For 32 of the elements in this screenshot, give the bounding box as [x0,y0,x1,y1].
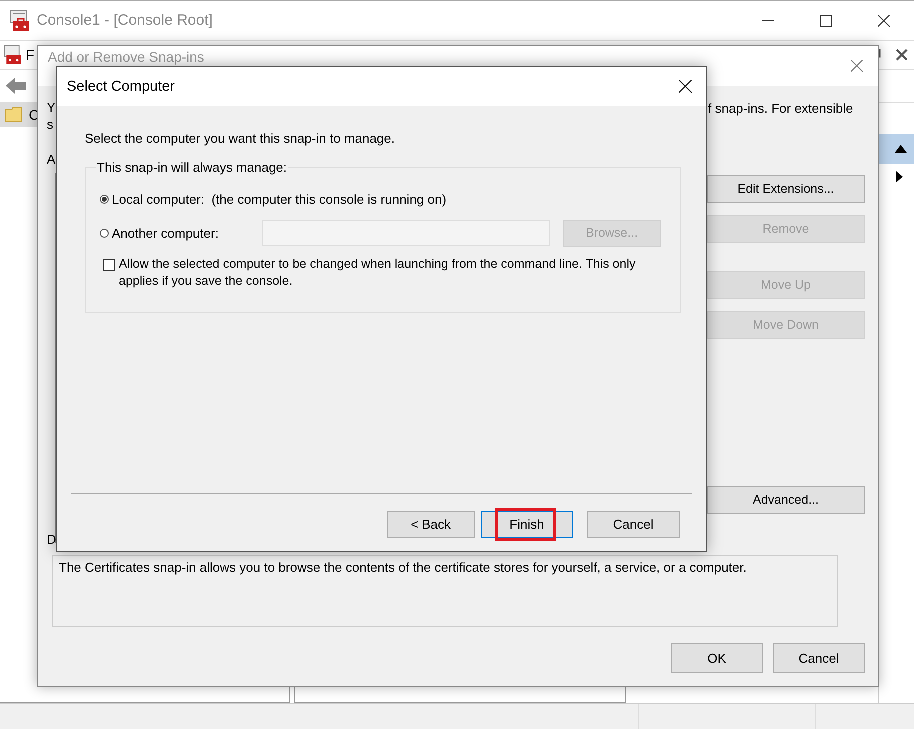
checkbox[interactable] [103,259,115,271]
group-label: This snap-in will always manage: [96,160,288,175]
back-arrow-icon[interactable] [5,77,27,95]
close-icon[interactable] [679,80,692,93]
menu-item[interactable]: F [26,47,35,63]
dialog-title: Add or Remove Snap-ins [48,49,204,65]
intro-text: s [47,117,54,132]
side-button[interactable]: Advanced... [707,486,865,514]
dialog-title: Select Computer [67,78,175,94]
close-icon[interactable] [878,14,890,26]
list-label: A [47,152,56,167]
wizard-button[interactable]: Cancel [587,511,680,538]
close-icon[interactable] [896,49,908,61]
folder-icon [5,107,23,123]
wizard-button[interactable]: Finish [481,511,573,538]
intro-text: f snap-ins. For extensible [708,101,854,116]
toolbox-icon [9,10,31,32]
maximize-icon[interactable] [820,14,832,26]
wizard-button[interactable]: < Back [387,511,475,538]
description-label: D [47,532,56,547]
window-title: Console1 - [Console Root] [37,12,213,29]
description-text: The Certificates snap-in allows you to browse the contents of the certificate stores for yourself, a service, or a computer. [52,555,838,627]
intro-text: Y [47,100,56,115]
expand-arrow-icon[interactable] [896,171,903,183]
prompt-text: Select the computer you want this snap-in to manage. [85,131,396,146]
radio-option[interactable]: Another computer: [100,226,262,240]
radio-option[interactable]: Local computer: (the computer this console is running on) [100,192,447,206]
dialog-button[interactable]: Cancel [773,643,865,673]
collapse-arrow-icon[interactable] [895,145,907,153]
side-button[interactable]: Edit Extensions... [707,175,865,203]
dialog-button[interactable]: OK [671,643,763,673]
checkbox-label: Allow the selected computer to be changed when launching from the command line. This only applies if you save the console. [119,256,637,290]
